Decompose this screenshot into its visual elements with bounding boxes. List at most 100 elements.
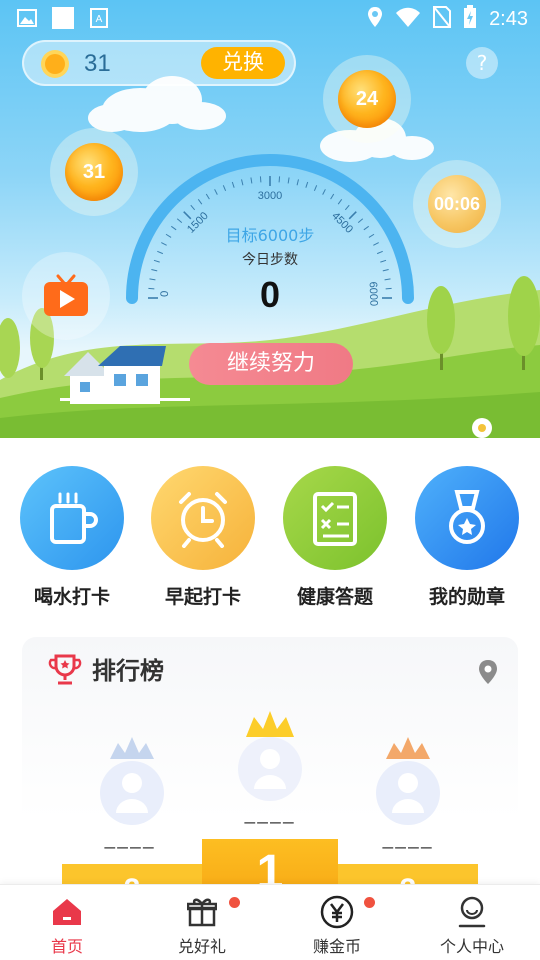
trophy-icon <box>48 652 82 690</box>
gauge-tick-mark <box>348 211 357 220</box>
gauge-tick-mark <box>151 269 158 272</box>
gauge-tick-mark <box>376 250 383 255</box>
bronze-crown-avatar-icon <box>376 737 440 825</box>
continue-button[interactable]: 继续努力 <box>189 343 353 385</box>
gauge-tick-mark <box>287 177 290 184</box>
floating-coin-31[interactable]: 31 <box>65 143 123 201</box>
action-early-rise[interactable]: 早起打卡 <box>151 466 255 609</box>
action-label: 健康答题 <box>296 586 373 608</box>
rank-1-name: ———— <box>244 812 296 833</box>
wifi-icon <box>395 6 421 32</box>
exchange-button[interactable]: 兑换 <box>201 47 285 79</box>
gauge-tick-mark <box>344 204 350 211</box>
yen-coin-icon <box>282 895 392 929</box>
gauge-tick-mark <box>153 259 160 263</box>
keyboard-notification-icon: A <box>88 7 110 29</box>
alarm-clock-icon <box>151 466 255 570</box>
nav-earn-coins[interactable]: 赚金币 <box>282 895 392 957</box>
gauge-tick-mark <box>382 269 389 272</box>
today-step-count: 0 <box>259 274 281 315</box>
gauge-tick-mark <box>337 199 343 205</box>
nav-label: 个人中心 <box>439 937 504 956</box>
gauge-tick-mark <box>157 250 164 255</box>
gauge-tick-mark <box>161 242 167 246</box>
gauge-tick-3000: 3000 <box>258 190 282 202</box>
gauge-tick-mark <box>176 218 183 224</box>
coin-icon <box>40 49 70 83</box>
gauge-tick-mark <box>231 181 235 188</box>
rank-2-avatar[interactable] <box>92 733 172 833</box>
gift-badge-dot <box>229 897 240 908</box>
gauge-tick-6000: 6000 <box>367 281 380 306</box>
rank-1-avatar[interactable] <box>230 705 310 809</box>
nav-gifts[interactable]: 兑好礼 <box>147 895 257 957</box>
nav-label: 兑好礼 <box>177 937 226 956</box>
gauge-tick-mark <box>165 233 172 238</box>
location-icon <box>367 6 383 32</box>
rank-2-name: ———— <box>104 837 156 858</box>
status-bar: A 2:43 <box>0 0 540 36</box>
action-health-quiz[interactable]: 健康答题 <box>283 466 387 609</box>
leaderboard-card: 排行榜 ———— ———— ———— 2 1 <box>22 637 518 897</box>
action-label: 早起打卡 <box>164 586 241 608</box>
gauge-tick-mark <box>313 185 318 192</box>
silver-crown-avatar-icon <box>100 737 164 825</box>
gauge-tick-mark <box>373 242 379 246</box>
gauge-tick-mark <box>183 211 192 220</box>
gauge-tick-mark <box>363 225 369 231</box>
gauge-tick-0: 0 <box>159 291 171 298</box>
gauge-tick-mark <box>149 278 156 281</box>
action-drink-water[interactable]: 喝水打卡 <box>20 466 124 609</box>
floating-coin-24[interactable]: 24 <box>338 70 396 128</box>
home-icon <box>12 895 122 929</box>
earn-badge-dot <box>364 897 375 908</box>
gauge-tick-mark <box>214 189 218 195</box>
tv-play-icon <box>44 274 88 316</box>
image-notification-icon <box>16 7 38 29</box>
gift-icon <box>147 895 257 929</box>
gauge-tick-mark <box>368 233 375 238</box>
gauge-tick-mark <box>205 193 210 200</box>
nav-home[interactable]: 首页 <box>12 895 122 957</box>
gauge-tick-mark <box>241 179 244 186</box>
rank-3-avatar[interactable] <box>368 733 448 833</box>
gauge-tick-mark <box>322 189 326 195</box>
medal-icon <box>415 466 519 570</box>
clock-time: 2:43 <box>489 7 528 30</box>
checklist-icon <box>283 466 387 570</box>
countdown-timer[interactable]: 00:06 <box>428 175 486 233</box>
gold-crown-avatar-icon <box>238 711 302 801</box>
person-icon <box>417 895 527 929</box>
gauge-tick-mark <box>330 193 335 200</box>
quick-actions: 喝水打卡 早起打卡 健康答题 我的勋章 <box>0 466 540 616</box>
no-sim-icon <box>433 6 452 32</box>
action-label: 我的勋章 <box>428 586 505 608</box>
gauge-tick-mark <box>190 204 196 211</box>
hero-banner: A 2:43 31 兑换 ? 24 31 00:06 0 1500 3000 4… <box>0 0 540 438</box>
gauge-tick-mark <box>305 181 309 188</box>
gauge-tick-mark <box>222 185 227 192</box>
step-target: 目标6000步 <box>225 226 315 245</box>
gauge-tick-mark <box>296 179 299 186</box>
coin-balance-pill: 31 兑换 <box>22 40 296 86</box>
gauge-tick-mark <box>380 259 387 263</box>
today-steps-label: 今日步数 <box>242 252 298 268</box>
video-reward-button[interactable] <box>22 252 110 340</box>
battery-charging-icon <box>463 5 477 33</box>
leaderboard-title: 排行榜 <box>92 657 164 685</box>
gauge-tick-mark <box>384 278 391 281</box>
nav-profile[interactable]: 个人中心 <box>417 895 527 957</box>
rank-3-name: ———— <box>382 837 434 858</box>
gauge-tick-mark <box>171 225 177 231</box>
gauge-tick-mark <box>197 199 203 205</box>
location-pin-icon[interactable] <box>478 659 498 689</box>
nav-label: 赚金币 <box>312 937 361 956</box>
help-button[interactable]: ? <box>466 47 498 79</box>
action-my-medals[interactable]: 我的勋章 <box>415 466 519 609</box>
cup-icon <box>20 466 124 570</box>
bottom-navigation: 首页 兑好礼 赚金币 个人中心 <box>0 884 540 960</box>
gauge-tick-mark <box>250 177 253 184</box>
action-label: 喝水打卡 <box>33 586 110 608</box>
app-notification-icon <box>52 7 74 29</box>
nav-label: 首页 <box>50 937 83 956</box>
